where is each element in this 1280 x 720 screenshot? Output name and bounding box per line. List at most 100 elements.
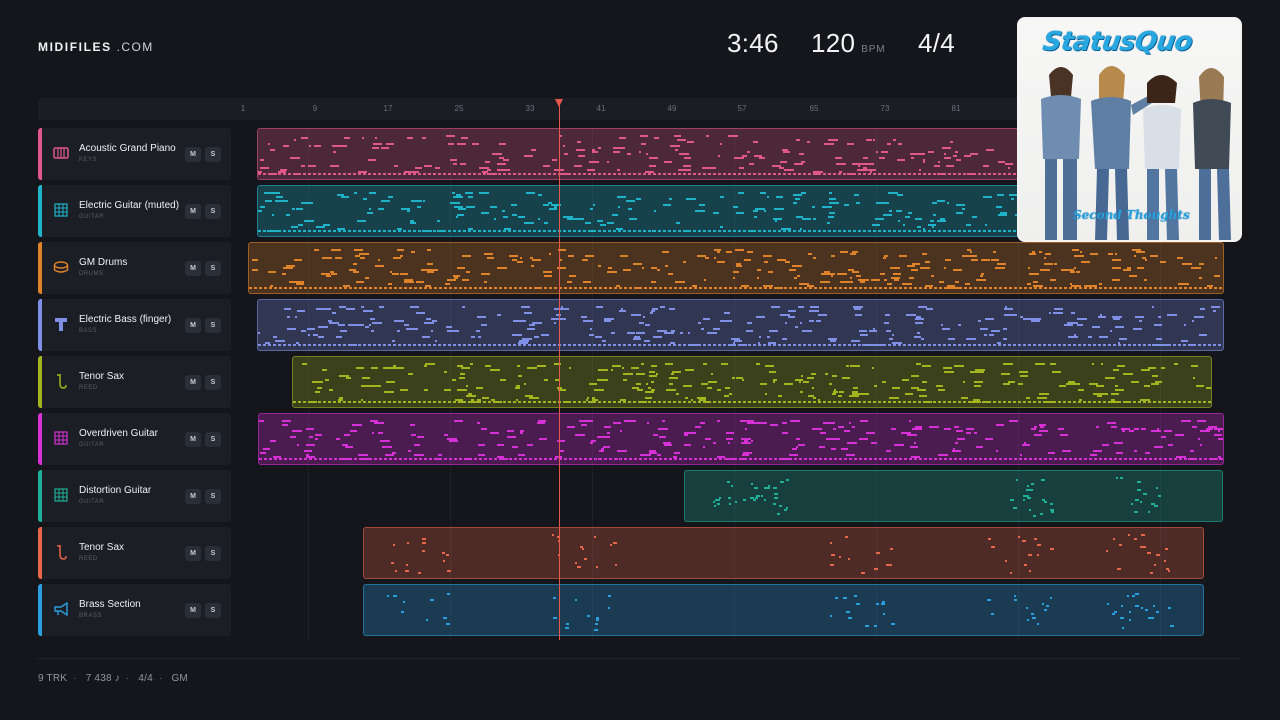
track-header[interactable]: Electric Guitar (muted) GUITAR M S: [38, 185, 231, 237]
midi-clip[interactable]: [363, 527, 1204, 579]
midi-note: [461, 255, 471, 257]
track-header[interactable]: Distortion Guitar GUITAR M S: [38, 470, 231, 522]
midi-note: [322, 369, 328, 371]
midi-clip[interactable]: [292, 356, 1212, 408]
midi-note: [639, 151, 642, 153]
mute-button[interactable]: M: [185, 546, 201, 561]
track-header[interactable]: Brass Section BRASS M S: [38, 584, 231, 636]
midi-note: [499, 379, 506, 381]
track-header[interactable]: Acoustic Grand Piano KEYS M S: [38, 128, 231, 180]
midi-note: [429, 599, 434, 601]
midi-note: [619, 430, 622, 432]
midi-note: [764, 261, 769, 263]
midi-note: [274, 340, 285, 342]
midi-note: [1019, 371, 1027, 373]
midi-note: [741, 442, 751, 444]
midi-note: [657, 269, 661, 271]
midi-note: [1017, 383, 1023, 385]
midi-note: [307, 202, 314, 204]
midi-note: [422, 336, 431, 338]
midi-note: [581, 316, 588, 318]
midi-note: [1144, 609, 1148, 611]
track-header[interactable]: Electric Bass (finger) BASS M S: [38, 299, 231, 351]
footer-meter: 4/4: [138, 673, 153, 684]
midi-note: [1120, 477, 1124, 479]
mute-button[interactable]: M: [185, 318, 201, 333]
midi-note: [928, 426, 939, 428]
midi-note: [456, 267, 465, 269]
midi-note: [991, 259, 1000, 261]
mute-button[interactable]: M: [185, 432, 201, 447]
midi-note: [481, 324, 488, 326]
midi-note: [1198, 334, 1207, 336]
midi-note: [793, 202, 798, 204]
solo-button[interactable]: S: [205, 603, 221, 618]
midi-clip[interactable]: [248, 242, 1224, 294]
midi-note: [619, 137, 627, 139]
midi-note: [1166, 314, 1177, 316]
solo-button[interactable]: S: [205, 375, 221, 390]
midi-note: [518, 454, 526, 456]
solo-button[interactable]: S: [205, 318, 221, 333]
track-header[interactable]: Overdriven Guitar GUITAR M S: [38, 413, 231, 465]
midi-note: [801, 218, 811, 220]
midi-clip[interactable]: [684, 470, 1223, 522]
midi-note: [1102, 444, 1110, 446]
mute-button[interactable]: M: [185, 261, 201, 276]
solo-button[interactable]: S: [205, 432, 221, 447]
track-header[interactable]: Tenor Sax REED M S: [38, 527, 231, 579]
midi-note: [901, 432, 912, 434]
playhead[interactable]: [559, 104, 560, 640]
midi-note: [286, 214, 291, 216]
midi-note: [795, 198, 801, 200]
midi-note: [341, 196, 350, 198]
midi-note: [636, 383, 642, 385]
midi-note: [931, 202, 937, 204]
track-header[interactable]: Tenor Sax REED M S: [38, 356, 231, 408]
mute-button[interactable]: M: [185, 489, 201, 504]
midi-note: [480, 273, 490, 275]
mute-button[interactable]: M: [185, 147, 201, 162]
midi-note: [283, 308, 291, 310]
midi-note: [680, 332, 684, 334]
solo-button[interactable]: S: [205, 546, 221, 561]
midi-note: [566, 281, 572, 283]
midi-note: [974, 381, 984, 383]
midi-note: [268, 143, 271, 145]
midi-note: [794, 326, 798, 328]
solo-button[interactable]: S: [205, 489, 221, 504]
mute-button[interactable]: M: [185, 204, 201, 219]
midi-note: [418, 200, 422, 202]
track-header[interactable]: GM Drums DRUMS M S: [38, 242, 231, 294]
solo-button[interactable]: S: [205, 204, 221, 219]
midi-note: [1135, 593, 1140, 595]
midi-note: [723, 320, 732, 322]
mute-button[interactable]: M: [185, 603, 201, 618]
midi-note: [980, 259, 990, 261]
midi-note: [553, 597, 557, 599]
solo-button[interactable]: S: [205, 261, 221, 276]
midi-clip[interactable]: [363, 584, 1204, 636]
midi-note: [530, 265, 534, 267]
midi-note: [650, 312, 654, 314]
midi-note: [1111, 613, 1115, 615]
track-category: DRUMS: [79, 271, 104, 277]
midi-clip[interactable]: [257, 299, 1224, 351]
midi-note: [296, 444, 299, 446]
midi-note: [682, 165, 691, 167]
midi-note: [951, 450, 961, 452]
midi-note: [478, 454, 486, 456]
midi-note: [716, 420, 720, 422]
midi-note: [725, 438, 733, 440]
midi-note: [1033, 281, 1039, 283]
ruler-tick: 73: [880, 104, 890, 113]
midi-note: [996, 450, 999, 452]
solo-button[interactable]: S: [205, 147, 221, 162]
midi-clip[interactable]: [258, 413, 1224, 465]
mute-button[interactable]: M: [185, 375, 201, 390]
midi-note: [461, 137, 469, 139]
midi-note: [603, 426, 611, 428]
midi-note: [1212, 310, 1216, 312]
midi-note: [1181, 340, 1189, 342]
midi-note: [996, 206, 1003, 208]
